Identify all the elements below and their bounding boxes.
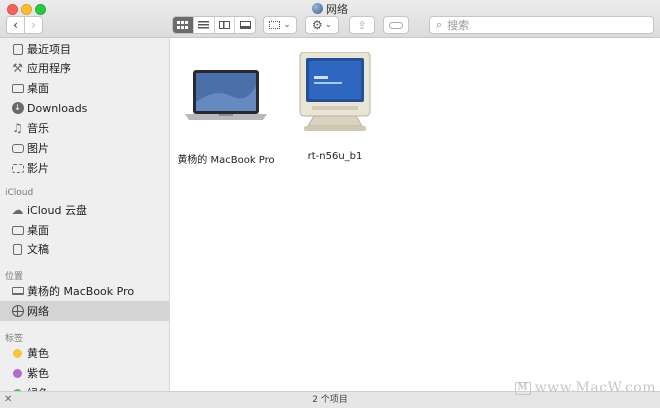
- icon-view-button[interactable]: [173, 17, 194, 33]
- music-icon: ♫: [12, 121, 23, 135]
- sidebar-item-downloads[interactable]: ↓ Downloads: [0, 98, 169, 118]
- clock-icon: [11, 43, 24, 56]
- chevron-down-icon: ⌄: [324, 20, 333, 30]
- navigation-buttons: ‹ ›: [6, 16, 43, 34]
- file-browser-content: 黄杨的 MacBook Pro rt-n56u_b1: [170, 38, 660, 391]
- gallery-view-button[interactable]: [235, 17, 255, 33]
- network-item-router[interactable]: rt-n56u_b1: [280, 51, 390, 167]
- edit-tags-button[interactable]: [383, 16, 409, 34]
- sidebar-item-tag-purple[interactable]: 紫色: [0, 363, 169, 383]
- network-item-macbook[interactable]: 黄杨的 MacBook Pro: [171, 52, 281, 167]
- gallery-icon: [239, 21, 251, 29]
- share-icon: ⇪: [357, 18, 367, 32]
- sidebar-item-music[interactable]: ♫ 音乐: [0, 118, 169, 138]
- gear-icon: ⚙: [311, 18, 323, 32]
- film-icon: [11, 162, 24, 175]
- watermark-text: www.MacW.com: [534, 380, 656, 396]
- camera-icon: [11, 142, 24, 155]
- macbook-icon: [185, 70, 267, 120]
- search-field[interactable]: ⌕ 搜索: [429, 16, 654, 34]
- window-title: 网络: [0, 1, 660, 17]
- desktop-icon: [11, 224, 24, 237]
- purple-dot-icon: [11, 367, 24, 380]
- search-icon: ⌕: [436, 18, 443, 31]
- sidebar: 最近项目 ⚒ 应用程序 桌面 ↓ Downloads ♫ 音乐 图片 影片 iC…: [0, 38, 170, 391]
- desktop-icon: [11, 82, 24, 95]
- sidebar-item-recents[interactable]: 最近项目: [0, 39, 169, 59]
- sidebar-item-icloud-drive[interactable]: ☁ iCloud 云盘: [0, 200, 169, 220]
- sidebar-item-applications[interactable]: ⚒ 应用程序: [0, 58, 169, 78]
- sidebar-item-movies[interactable]: 影片: [0, 158, 169, 178]
- apps-icon: ⚒: [12, 61, 23, 75]
- item-label: rt-n56u_b1: [307, 151, 363, 162]
- toolbar: 网络 ‹ › ⌄ ⚙ ⌄ ⇪ ⌕ 搜索: [0, 0, 660, 38]
- laptop-icon: [11, 285, 24, 298]
- action-menu-button[interactable]: ⚙ ⌄: [305, 16, 339, 34]
- column-view-button[interactable]: [215, 17, 236, 33]
- sidebar-section-icloud: iCloud: [5, 188, 34, 198]
- forward-button[interactable]: ›: [25, 17, 42, 33]
- network-globe-icon: [312, 3, 323, 14]
- tag-icon: [389, 21, 403, 29]
- sidebar-item-documents[interactable]: 文稿: [0, 239, 169, 259]
- share-button[interactable]: ⇪: [349, 16, 375, 34]
- grid-icon: [177, 21, 189, 29]
- list-icon: [198, 21, 210, 29]
- globe-icon: [11, 305, 24, 318]
- group-grid-icon: [269, 21, 281, 29]
- sidebar-item-tag-yellow[interactable]: 黄色: [0, 343, 169, 363]
- columns-icon: [218, 21, 230, 29]
- list-view-button[interactable]: [194, 17, 215, 33]
- sidebar-item-icloud-desktop[interactable]: 桌面: [0, 220, 169, 240]
- watermark: M www.MacW.com: [514, 380, 656, 396]
- chevron-down-icon: ⌄: [283, 20, 291, 30]
- group-by-button[interactable]: ⌄: [263, 16, 297, 34]
- download-icon: ↓: [11, 102, 24, 115]
- back-button[interactable]: ‹: [7, 17, 25, 33]
- close-icon[interactable]: ✕: [4, 392, 12, 408]
- watermark-logo-icon: M: [514, 381, 531, 395]
- document-icon: [11, 243, 24, 256]
- sidebar-item-macbook[interactable]: 黄杨的 MacBook Pro: [0, 281, 169, 301]
- crt-monitor-icon: [299, 51, 371, 131]
- yellow-dot-icon: [11, 347, 24, 360]
- item-label: 黄杨的 MacBook Pro: [177, 155, 275, 166]
- sidebar-item-desktop[interactable]: 桌面: [0, 78, 169, 98]
- sidebar-item-network[interactable]: 网络: [0, 301, 169, 321]
- view-mode-switcher: [172, 16, 256, 34]
- sidebar-item-pictures[interactable]: 图片: [0, 138, 169, 158]
- item-count: 2 个项目: [312, 395, 348, 405]
- sidebar-item-tag-green[interactable]: 绿色: [0, 383, 169, 391]
- cloud-icon: ☁: [11, 203, 24, 217]
- search-placeholder: 搜索: [447, 19, 470, 32]
